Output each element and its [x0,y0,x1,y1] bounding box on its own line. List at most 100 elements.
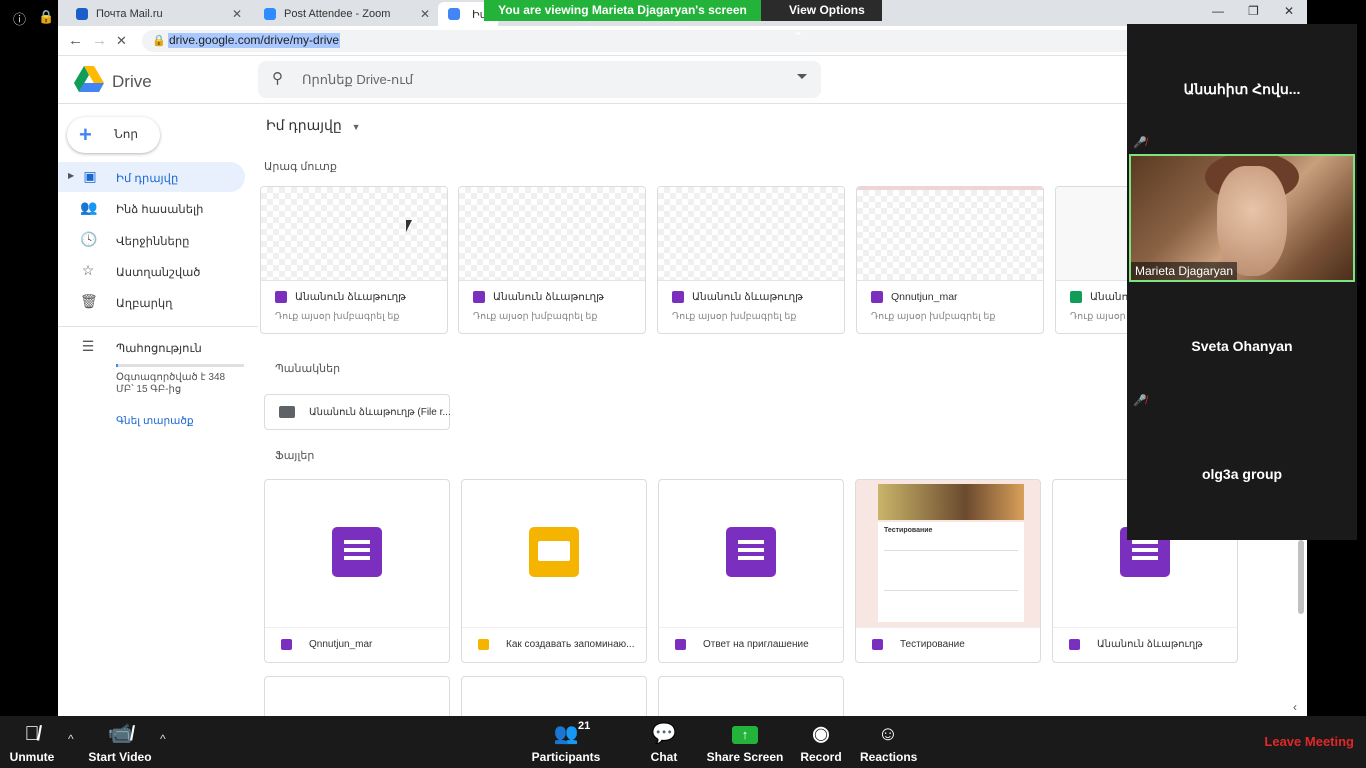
sidebar-item-storage[interactable]: ☰ Պահոցություն [58,332,245,362]
search-icon[interactable]: ⚲ [272,69,283,87]
url-text[interactable]: drive.google.com/drive/my-drive [168,33,341,48]
sidebar-item-starred[interactable]: ☆ Աստղանշված [58,256,245,286]
chevron-down-icon: ▼ [351,122,361,132]
muted-mic-icon: 🎙̸ [24,723,40,745]
breadcrumb-label: Իմ դրայվը [266,117,342,133]
sidebar-item-label: Իմ դրայվը [116,173,179,185]
maximize-icon[interactable]: ❐ [1248,4,1259,18]
quick-access-card[interactable]: Անանուն ձևաթուղթ Դուք այսօր խմբագրել եք [458,186,646,334]
file-card[interactable]: Ответ на приглашение [658,479,844,663]
file-card[interactable] [658,676,844,716]
unmute-button[interactable]: 🎙̸ Unmute [4,716,60,768]
stop-reload-icon[interactable]: ✕ [116,33,127,49]
sidebar-item-trash[interactable]: 🗑 Աղբարկղ [58,287,245,317]
audio-options-icon[interactable]: ^ [68,732,74,746]
quick-access-card[interactable]: Անանուն ձևաթուղթ Դուք այսօր խմբագրել եք [260,186,448,334]
new-button[interactable]: + Նոր [67,117,160,153]
forms-icon [726,527,776,577]
encryption-lock-icon[interactable]: 🔒 [38,9,54,25]
sheets-icon [1070,291,1082,303]
browser-window: Почта Mail.ru ✕ Post Attendee - Zoom ✕ Ի… [58,0,1307,716]
video-off-icon: 📹̸ [107,723,133,745]
trash-icon: 🗑 [80,293,98,309]
view-options-button[interactable]: View Options ⌄ [761,0,882,38]
tab-zoom[interactable]: Post Attendee - Zoom ✕ [250,2,436,26]
card-divider [1053,627,1237,628]
file-card[interactable]: Qnnutjun_mar [264,479,450,663]
chevron-down-icon: ⌄ [793,24,804,38]
participant-name: olg3a group [1201,466,1283,482]
collapse-panel-icon[interactable]: ‹ [1293,700,1297,714]
minimize-icon[interactable]: — [1212,4,1224,18]
expand-arrow-icon[interactable]: ▶ [68,171,74,180]
file-thumbnail [658,187,844,281]
file-card[interactable]: Как создавать запоминаю... [461,479,647,663]
address-bar: ← → ✕ 🔒 drive.google.com/drive/my-drive [58,26,1307,56]
file-card[interactable]: Тестирование Тестирование [855,479,1041,663]
files-label: Ֆայլեր [275,450,315,462]
plus-icon: + [79,122,92,147]
file-name: Ответ на приглашение [703,639,809,650]
close-tab-icon[interactable]: ✕ [232,7,242,21]
file-name: Անանուն ձևաթուղթ [692,291,803,303]
close-window-icon[interactable]: ✕ [1284,4,1294,18]
start-video-button[interactable]: 📹̸ Start Video [86,716,154,768]
sidebar-item-label: Ինձ հասանելի [116,204,204,216]
zoom-left-icons: ⓘ 🔒 [0,0,58,38]
leave-meeting-button[interactable]: Leave Meeting [1264,734,1354,749]
clock-icon: 🕓 [80,231,98,247]
forward-icon[interactable]: → [92,32,107,49]
sidebar-item-label: Աղբարկղ [116,298,173,310]
sidebar-item-my-drive[interactable]: ▶ ▣ Իմ դրայվը [58,162,245,192]
forms-icon [872,639,883,650]
info-icon[interactable]: ⓘ [13,9,26,28]
share-screen-button[interactable]: ↑ Share Screen [706,716,784,768]
buy-storage-link[interactable]: Գնել տարածք [116,415,194,427]
quick-access-card[interactable]: Qnnutjun_mar Դուք այսօր խմբագրել եք [856,186,1044,334]
close-tab-icon[interactable]: ✕ [420,7,430,21]
back-icon[interactable]: ← [68,32,83,49]
participants-button[interactable]: 👥 21 Participants [530,716,602,768]
forms-icon [672,291,684,303]
file-name: Անանուն ձևաթուղթ [493,291,604,303]
file-card[interactable] [264,676,450,716]
screen-share-banner: You are viewing Marieta Djagaryan's scre… [484,0,761,21]
slides-icon [478,639,489,650]
reactions-icon: ☺ [877,723,899,745]
file-card[interactable] [461,676,647,716]
folder-item[interactable]: Անանուն ձևաթուղթ (File r... [264,394,451,430]
participant-count: 21 [578,720,591,732]
video-options-icon[interactable]: ^ [160,732,166,746]
url-field[interactable]: 🔒 drive.google.com/drive/my-drive [142,30,1142,52]
participant-video[interactable]: Marieta Djagaryan [1129,154,1355,282]
participant-panel: Անահիտ Հովս... 🎤̸ Marieta Djagaryan Svet… [1127,24,1357,540]
reactions-button[interactable]: ☺ Reactions [860,716,917,768]
record-button[interactable]: ◉ Record [798,716,844,768]
sidebar-item-label: Աստղանշված [116,267,201,279]
drive-icon: ▣ [83,168,97,184]
tab-mail[interactable]: Почта Mail.ru ✕ [62,2,248,26]
file-subtitle: Դուք այսօր խմբագրել եք [275,311,400,322]
scrollbar[interactable] [1298,540,1304,614]
breadcrumb[interactable]: Իմ դրայվը ▼ [266,117,361,134]
form-preview-body: Тестирование [878,522,1024,622]
forms-icon [275,291,287,303]
participants-icon: 👥 [553,723,579,745]
search-bar[interactable]: ⚲ Որոնեք Drive-ում [258,61,821,98]
participant-name: Marieta Djagaryan [1131,262,1238,280]
sidebar-item-recent[interactable]: 🕓 Վերջինները [58,225,245,255]
participant-tile[interactable]: Անահիտ Հովս... 🎤̸ [1127,24,1357,152]
chat-button[interactable]: 💬 Chat [644,716,684,768]
sidebar-divider [58,326,258,327]
search-input[interactable]: Որոնեք Drive-ում [302,72,413,88]
sidebar-item-shared[interactable]: 👥 Ինձ հասանելի [58,193,245,223]
drive-logo-text[interactable]: Drive [112,72,152,92]
drive-logo-icon[interactable] [74,66,104,92]
people-icon: 👥 [80,199,98,215]
search-options-icon[interactable] [797,74,807,79]
quick-access-card[interactable]: Անանուն ձևաթուղթ Դուք այսօր խմբագրել եք [657,186,845,334]
participant-tile[interactable]: olg3a group [1127,410,1357,538]
sidebar-item-label: Պահոցություն [116,343,202,355]
participant-tile[interactable]: Sveta Ohanyan 🎤̸ [1127,282,1357,410]
video-face [1217,166,1287,276]
